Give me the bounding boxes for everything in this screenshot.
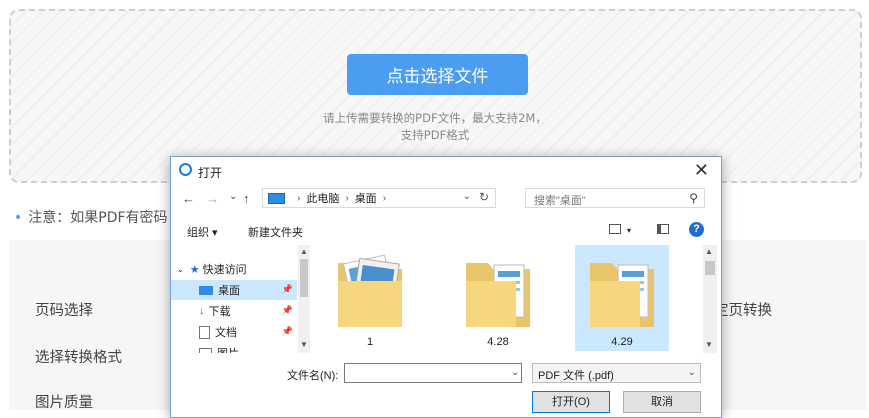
quick-access-item[interactable]: ⌄ ★ 快速访问 [171, 259, 297, 279]
search-input[interactable]: 搜索"桌面" ⚲ [525, 188, 705, 208]
scroll-thumb[interactable] [300, 259, 308, 297]
note-text: • 注意：如果PDF有密码 [14, 207, 168, 227]
folder-icon [466, 263, 530, 327]
pin-icon[interactable]: 📌 [282, 305, 293, 316]
scroll-down-icon[interactable]: ▼ [705, 340, 713, 349]
navigation-row: ← → ⌄ ↑ › 此电脑 › 桌面 › ⌄ ↻ 搜索"桌面" ⚲ [171, 187, 721, 211]
nav-item-label: 文档 [215, 327, 237, 339]
file-name: 4.28 [487, 336, 509, 348]
dialog-toolbar: 组织 ▾ 新建文件夹 ▾ ? [171, 219, 721, 243]
view-options-icon[interactable] [609, 224, 621, 234]
file-item-selected[interactable]: 4.29 [575, 245, 669, 351]
nav-item-pictures[interactable]: 图片 [171, 343, 297, 353]
new-folder-button[interactable]: 新建文件夹 [248, 224, 303, 240]
file-list-pane: 1 4.28 4.29 [313, 245, 703, 353]
file-item[interactable]: 1 [323, 245, 417, 351]
pin-icon[interactable]: 📌 [282, 326, 293, 337]
choose-file-button[interactable]: 点击选择文件 [347, 54, 528, 95]
up-arrow-icon[interactable]: ↑ [243, 191, 250, 206]
chevron-down-icon[interactable]: ⌄ [463, 191, 471, 202]
nav-item-label: 图片 [217, 345, 239, 353]
pin-icon[interactable]: 📌 [282, 284, 293, 295]
filetype-select[interactable]: PDF 文件 (.pdf) ⌄ [532, 363, 701, 383]
chevron-right-icon: › [345, 192, 349, 204]
scroll-up-icon[interactable]: ▲ [705, 247, 713, 256]
filename-input[interactable] [344, 363, 522, 383]
chevron-down-icon[interactable]: ▾ [627, 226, 631, 235]
dialog-title: 打开 [198, 166, 223, 180]
filename-label: 文件名(N): [287, 370, 339, 382]
note-label: 注意：如果PDF有密码 [28, 210, 168, 226]
folder-icon [338, 254, 402, 327]
address-bar[interactable]: › 此电脑 › 桌面 › ⌄ ↻ [262, 188, 496, 208]
page-select-label: 页码选择 [35, 303, 93, 319]
desktop-icon [199, 285, 213, 295]
file-name: 1 [366, 336, 374, 348]
nav-item-label: 桌面 [218, 285, 240, 297]
document-icon [199, 325, 210, 339]
nav-item-downloads[interactable]: ↓ 下载 📌 [171, 301, 297, 321]
computer-icon [268, 192, 285, 204]
file-scrollbar[interactable]: ▲ ▼ [703, 245, 717, 353]
refresh-icon[interactable]: ↻ [479, 190, 489, 204]
download-icon: ↓ [199, 305, 205, 317]
search-icon[interactable]: ⚲ [689, 191, 698, 205]
chevron-right-icon: › [382, 192, 387, 204]
scroll-up-icon[interactable]: ▲ [300, 247, 308, 256]
star-icon: ★ [189, 263, 200, 276]
help-icon[interactable]: ? [689, 222, 704, 237]
folder-icon [590, 263, 654, 327]
breadcrumb-desktop[interactable]: 桌面 [355, 190, 377, 206]
nav-item-desktop[interactable]: 桌面 📌 [171, 280, 297, 300]
file-open-dialog: 打开 ✕ ← → ⌄ ↑ › 此电脑 › 桌面 › ⌄ ↻ 搜索"桌面" ⚲ 组… [170, 156, 722, 418]
upload-hint-format: 支持PDF格式 [400, 128, 470, 142]
nav-scrollbar[interactable]: ▲ ▼ [298, 245, 310, 353]
preview-pane-icon[interactable] [657, 224, 669, 234]
upload-hint: 请上传需要转换的PDF文件，最大支持2M， [323, 111, 547, 125]
cancel-button[interactable]: 取消 [623, 391, 701, 413]
open-button[interactable]: 打开(O) [532, 391, 610, 413]
back-arrow-icon[interactable]: ← [182, 191, 195, 206]
nav-item-label: 下载 [208, 306, 231, 318]
chrome-icon [179, 163, 192, 176]
specified-page-label[interactable]: 定页转换 [714, 299, 772, 320]
scroll-thumb[interactable] [705, 261, 715, 275]
chevron-down-icon: ⌄ [177, 264, 184, 274]
format-select-label: 选择转换格式 [35, 350, 122, 366]
quality-label: 图片质量 [35, 395, 93, 411]
chevron-down-icon[interactable]: ⌄ [511, 367, 519, 378]
forward-arrow-icon[interactable]: → [206, 191, 219, 206]
recent-locations-icon[interactable]: ⌄ [229, 191, 237, 202]
nav-item-documents[interactable]: 文档 📌 [171, 322, 297, 342]
chevron-right-icon: › [297, 192, 301, 204]
breadcrumb-this-pc[interactable]: 此电脑 [306, 190, 339, 206]
quick-access-label: 快速访问 [202, 264, 247, 276]
chevron-down-icon: ⌄ [687, 367, 696, 378]
filetype-value: PDF 文件 (.pdf) [538, 370, 614, 382]
file-name: 4.29 [611, 336, 633, 348]
dialog-title-bar[interactable]: 打开 ✕ [171, 157, 721, 183]
file-item[interactable]: 4.28 [451, 245, 545, 351]
pictures-icon [199, 347, 212, 353]
close-icon[interactable]: ✕ [694, 160, 709, 181]
organize-menu[interactable]: 组织 ▾ [187, 224, 218, 240]
scroll-down-icon[interactable]: ▼ [300, 340, 308, 349]
navigation-pane: ⌄ ★ 快速访问 桌面 📌 ↓ 下载 📌 文档 📌 图片 [171, 245, 311, 353]
bullet-icon: • [14, 210, 23, 226]
search-placeholder: 搜索"桌面" [534, 195, 586, 207]
